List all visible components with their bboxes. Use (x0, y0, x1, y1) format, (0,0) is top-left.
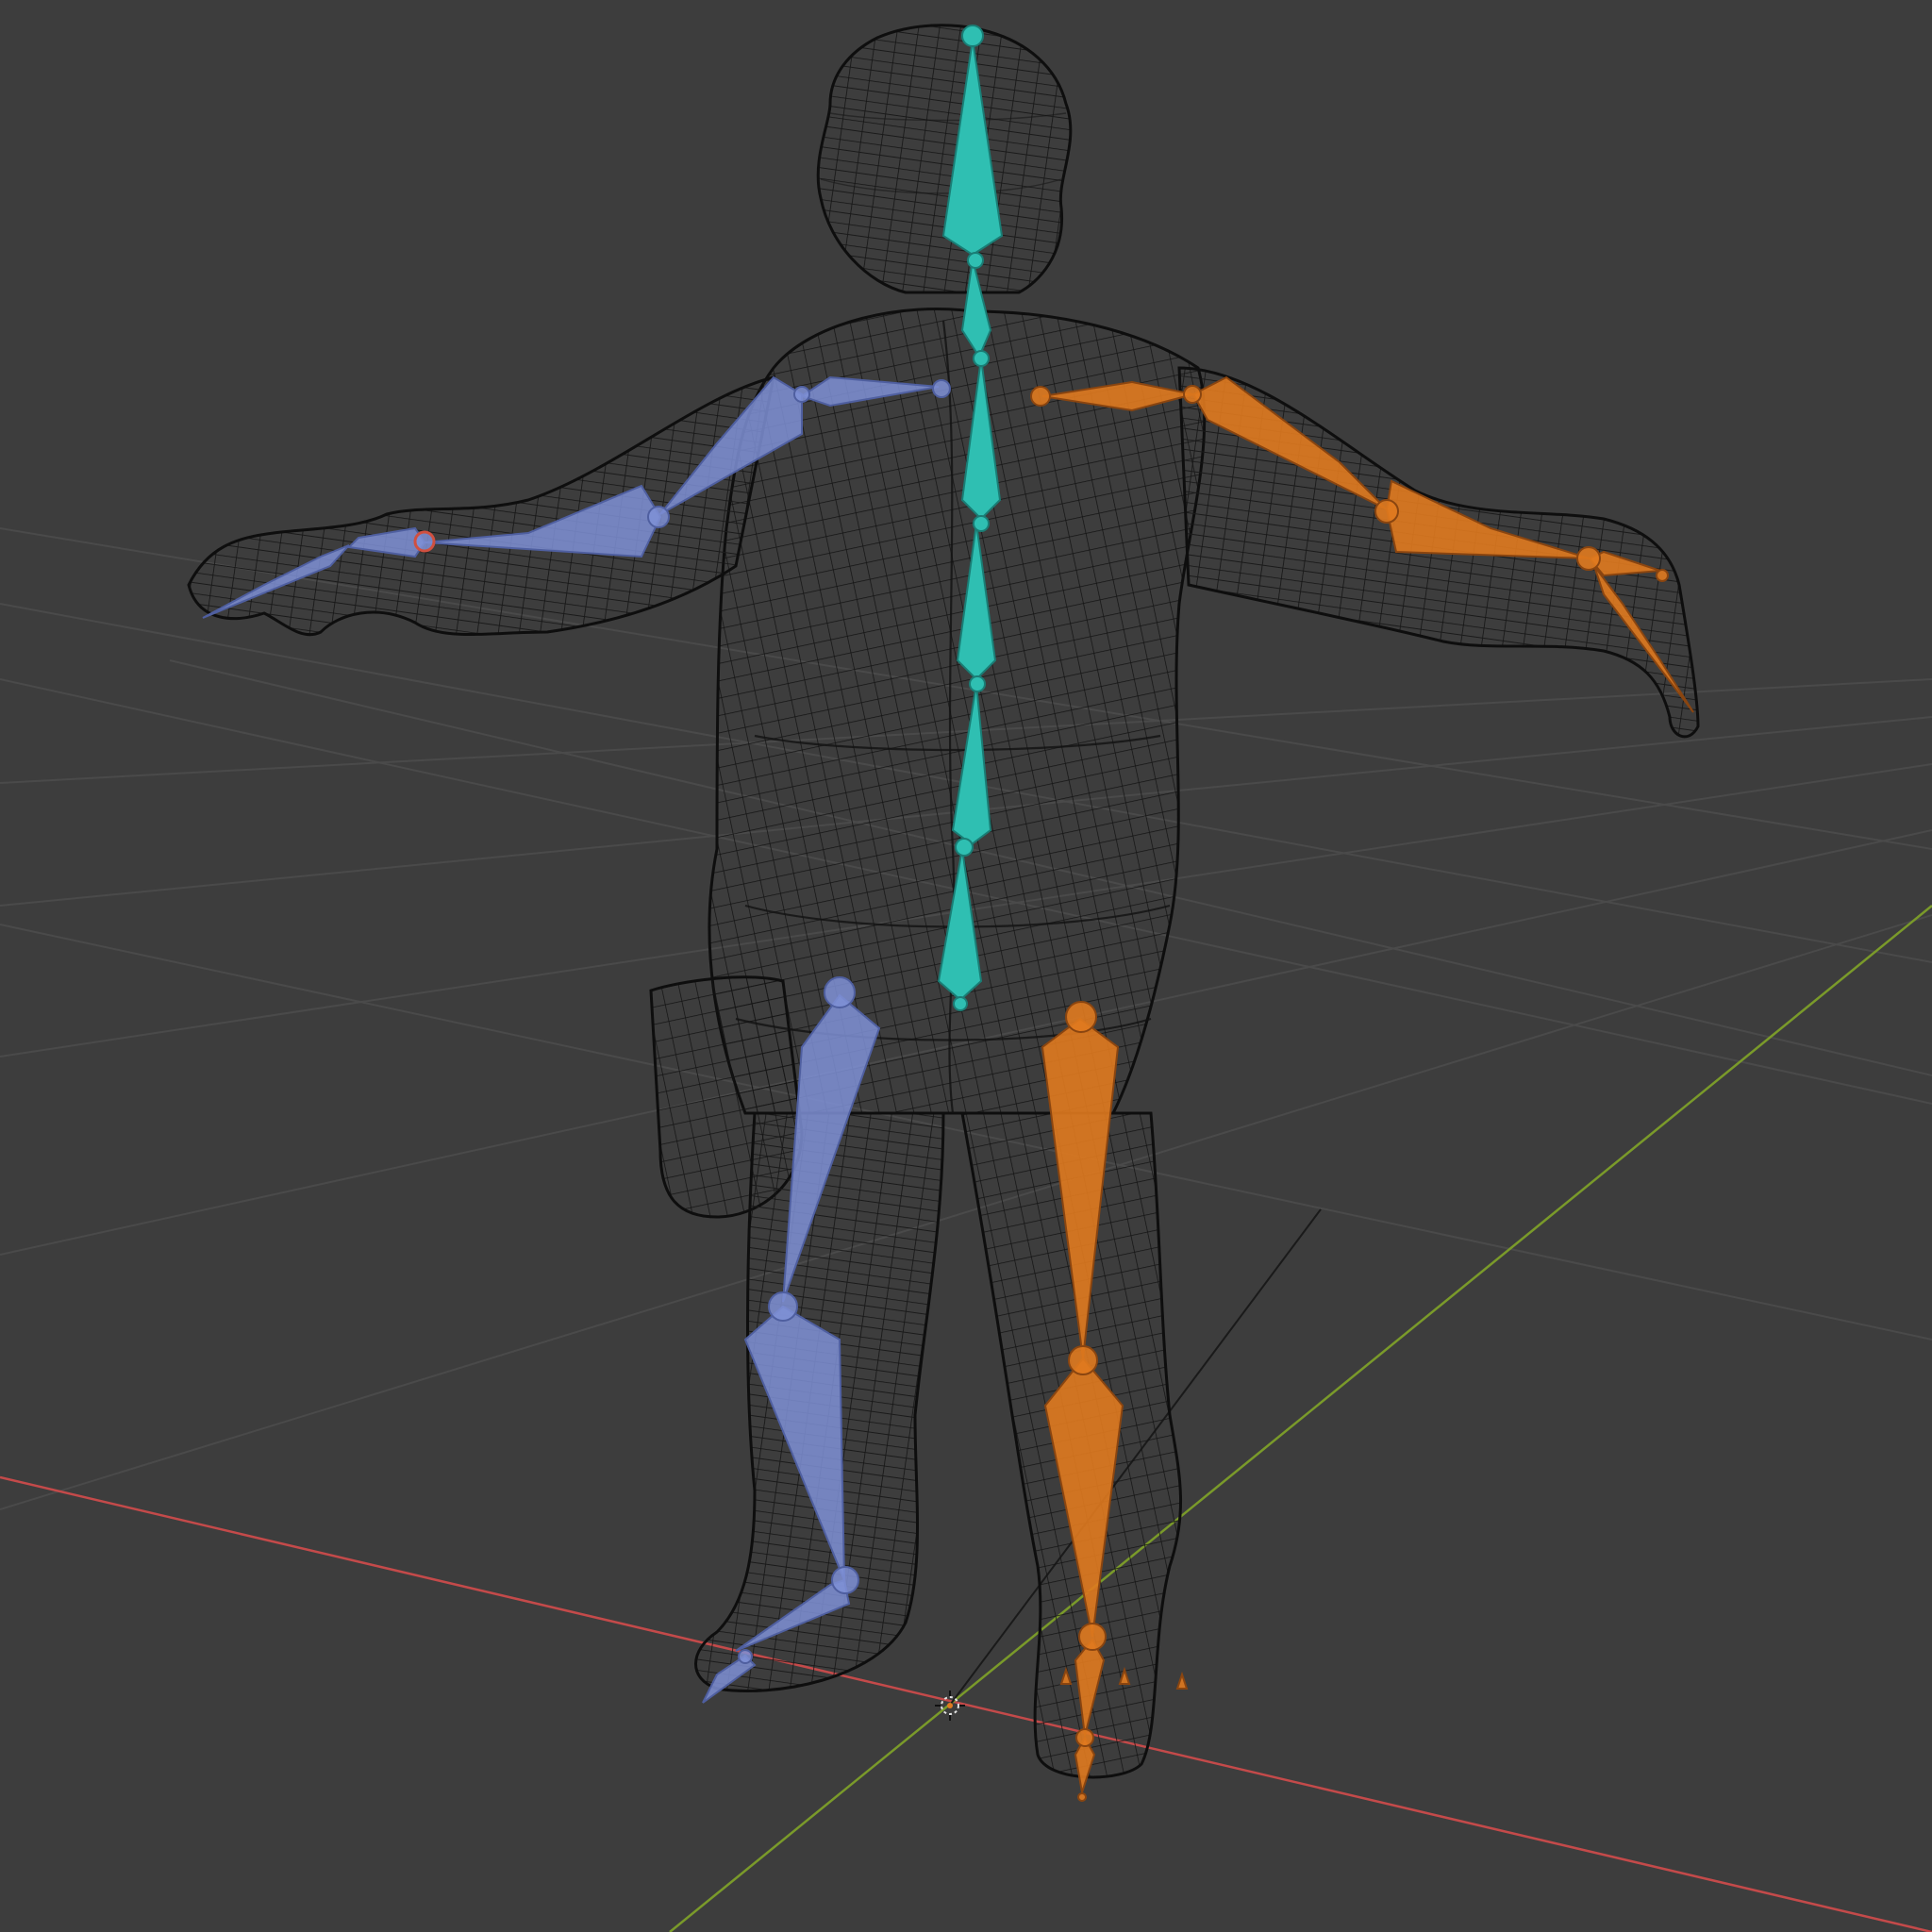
joint-head-top[interactable] (961, 25, 984, 47)
joint-left-ball[interactable] (738, 1649, 753, 1664)
joint-right-ball[interactable] (1075, 1728, 1094, 1747)
joint-left-knee[interactable] (768, 1291, 798, 1322)
joint-upper-spine[interactable] (973, 515, 990, 532)
joint-right-toe-tip[interactable] (1077, 1792, 1087, 1802)
joint-right-elbow[interactable] (1183, 385, 1202, 404)
bone-right-heel-marker-c[interactable] (1175, 1671, 1189, 1690)
mesh-head (816, 24, 1073, 294)
joint-left-wrist[interactable] (647, 506, 670, 528)
joint-right-finger-tip[interactable] (1656, 569, 1669, 582)
viewport-canvas[interactable] (0, 0, 1932, 1932)
joint-hips[interactable] (955, 838, 974, 857)
x-axis-line (0, 1475, 1932, 1932)
joint-right-hip[interactable] (1065, 1001, 1097, 1033)
mesh-left-arm (187, 375, 775, 637)
joint-left-elbow[interactable] (793, 386, 810, 403)
joint-right-ankle[interactable] (1078, 1623, 1107, 1651)
joint-right-knee[interactable] (1068, 1345, 1098, 1375)
joint-right-hand[interactable] (1576, 546, 1601, 571)
joint-chest[interactable] (973, 350, 990, 367)
joint-left-hand[interactable] (413, 530, 436, 553)
joint-left-ankle[interactable] (831, 1566, 859, 1594)
character-mesh (187, 24, 1700, 1779)
joint-left-hip[interactable] (824, 976, 856, 1008)
joint-tail[interactable] (953, 996, 968, 1011)
3d-viewport[interactable] (0, 0, 1932, 1932)
joint-right-shoulder[interactable] (1030, 386, 1051, 407)
joint-left-shoulder[interactable] (932, 379, 951, 398)
joint-spine[interactable] (969, 675, 986, 692)
joint-right-wrist[interactable] (1374, 499, 1399, 524)
joint-neck[interactable] (967, 252, 984, 269)
